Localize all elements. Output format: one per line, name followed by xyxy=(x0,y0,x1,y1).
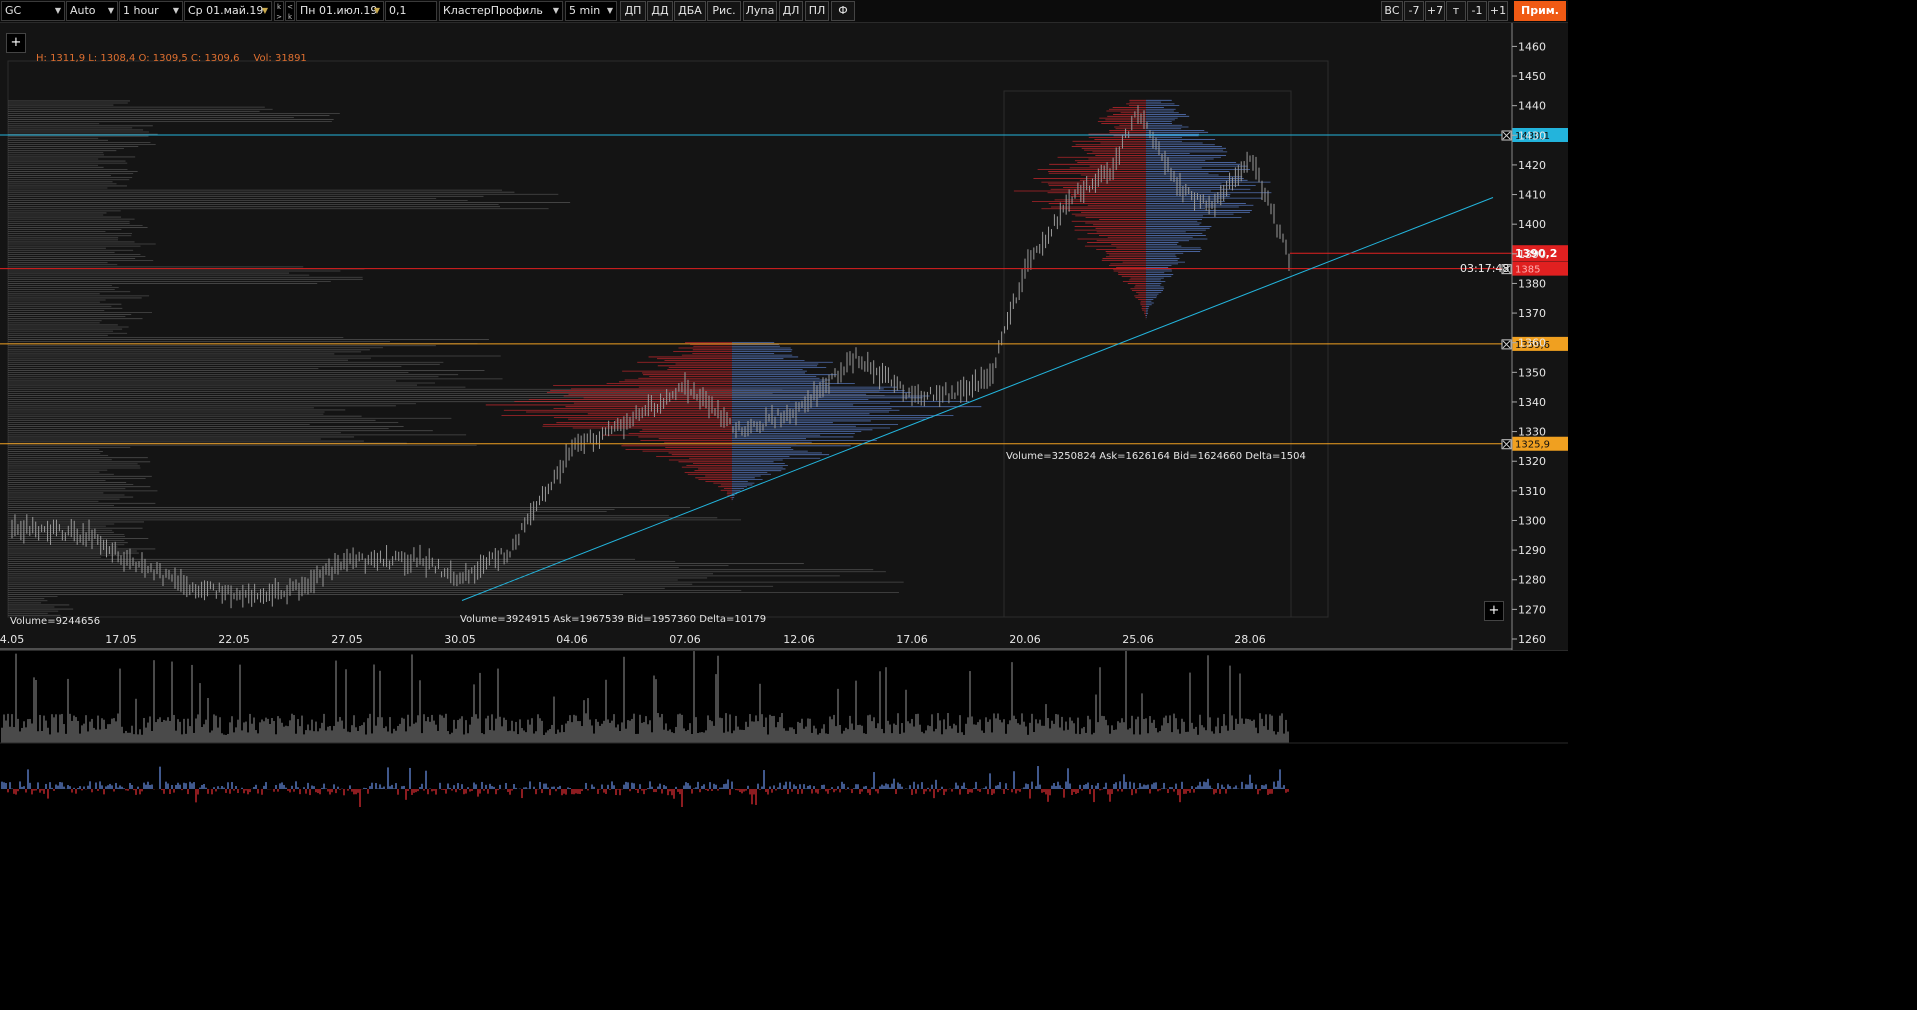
bar-countdown-timer: 03:17:48 xyxy=(1460,262,1510,275)
y-tick-label: 1430 xyxy=(1518,129,1546,142)
symbol-value: GC xyxy=(5,4,22,17)
y-tick-label: 1410 xyxy=(1518,189,1546,202)
toolbar-button-minus7[interactable]: -7 xyxy=(1404,1,1424,21)
timeframe-value: 1 hour xyxy=(123,4,159,17)
toolbar-button-dba[interactable]: ДБА xyxy=(674,1,706,21)
indicator-panel[interactable] xyxy=(0,650,1568,827)
chevron-down-icon: ▼ xyxy=(373,6,380,15)
profile-label-right: Volume=3250824 Ask=1626164 Bid=1624660 D… xyxy=(1006,451,1306,462)
x-tick-label: 17.05 xyxy=(105,633,137,646)
chart-type-value: КластерПрофиль xyxy=(443,4,543,17)
toolbar-button-t[interactable]: т xyxy=(1446,1,1466,21)
zoom-plus-button[interactable]: + xyxy=(1484,601,1504,621)
cluster-profile-june xyxy=(485,342,982,502)
x-tick-label: 12.06 xyxy=(783,633,815,646)
x-tick-label: 28.06 xyxy=(1234,633,1266,646)
chevron-down-icon: ▼ xyxy=(552,6,559,15)
toolbar-button-vs[interactable]: ВС xyxy=(1381,1,1403,21)
date-to-value: Пн 01.июл.19 xyxy=(300,4,378,17)
x-tick-label: 04.06 xyxy=(556,633,588,646)
y-tick-label: 1380 xyxy=(1518,277,1546,290)
x-tick-label: 17.06 xyxy=(896,633,928,646)
toolbar: GC ▼ Auto ▼ 1 hour ▼ Ср 01.май.19 ▼ k > < k … xyxy=(0,0,1568,23)
main-chart-svg[interactable]: 1430,113851359,61325,91390,2126012701280… xyxy=(0,23,1568,650)
toolbar-button-draw[interactable]: Рис. xyxy=(707,1,741,21)
chevron-down-icon: ▼ xyxy=(261,6,268,15)
x-tick-label: 22.05 xyxy=(218,633,250,646)
ohlc-values: H: 1311,9 L: 1308,4 O: 1309,5 C: 1309,6 xyxy=(36,53,240,64)
y-tick-label: 1350 xyxy=(1518,366,1546,379)
date-from-picker[interactable]: Ср 01.май.19 ▼ xyxy=(184,1,272,21)
bar-volume: Vol: 31891 xyxy=(253,53,307,64)
toolbar-button-minus1[interactable]: -1 xyxy=(1467,1,1487,21)
timeframe-select[interactable]: 1 hour ▼ xyxy=(119,1,183,21)
stepper-down[interactable]: < k xyxy=(286,2,294,22)
chevron-down-icon: ▼ xyxy=(606,6,613,15)
y-tick-label: 1300 xyxy=(1518,514,1546,527)
toolbar-button-f[interactable]: Ф xyxy=(831,1,855,21)
y-tick-label: 1330 xyxy=(1518,426,1546,439)
trendline xyxy=(461,197,1494,601)
level-price-label: 1325,9 xyxy=(1515,440,1550,451)
x-tick-label: 25.06 xyxy=(1122,633,1154,646)
chevron-down-icon: ▼ xyxy=(107,6,114,15)
toolbar-button-dl[interactable]: ДЛ xyxy=(779,1,803,21)
x-tick-label: 07.06 xyxy=(669,633,701,646)
toolbar-button-magnifier[interactable]: Лупа xyxy=(743,1,777,21)
sub-timeframe-select[interactable]: 5 min ▼ xyxy=(565,1,617,21)
chart-type-select[interactable]: КластерПрофиль ▼ xyxy=(439,1,563,21)
y-tick-label: 1460 xyxy=(1518,40,1546,53)
date-from-value: Ср 01.май.19 xyxy=(188,4,264,17)
tick-size-value: 0,1 xyxy=(389,4,407,17)
cluster-profile-late-june xyxy=(1013,99,1272,320)
date-stepper-2[interactable]: < k xyxy=(285,1,295,21)
y-tick-label: 1370 xyxy=(1518,307,1546,320)
y-tick-label: 1260 xyxy=(1518,633,1546,646)
x-tick-label: 27.05 xyxy=(331,633,363,646)
profile-label-mid: Volume=3924915 Ask=1967539 Bid=1957360 D… xyxy=(460,614,767,625)
toolbar-button-dp[interactable]: ДП xyxy=(620,1,646,21)
y-tick-label: 1290 xyxy=(1518,544,1546,557)
y-tick-label: 1270 xyxy=(1518,603,1546,616)
chevron-down-icon: ▼ xyxy=(54,6,61,15)
ohlc-readout: H: 1311,9 L: 1308,4 O: 1309,5 C: 1309,6 V… xyxy=(36,53,307,64)
add-indicator-button[interactable]: + xyxy=(6,33,26,53)
chevron-down-icon: ▼ xyxy=(172,6,179,15)
scale-mode-value: Auto xyxy=(70,4,96,17)
y-tick-label: 1320 xyxy=(1518,455,1546,468)
profile-left-bars xyxy=(8,100,904,616)
main-chart-area[interactable]: 1430,1 1385 1359,6 1325,9 1390,2 1260 1270 1280… xyxy=(0,23,1568,650)
x-tick-label: 30.05 xyxy=(444,633,476,646)
tick-size-input[interactable]: 0,1 xyxy=(385,1,437,21)
y-tick-label: 1420 xyxy=(1518,159,1546,172)
y-tick-label: 1440 xyxy=(1518,100,1546,113)
y-tick-label: 1360 xyxy=(1518,337,1546,350)
apply-button[interactable]: Прим. xyxy=(1514,1,1566,21)
x-tick-label: 4.05 xyxy=(0,633,24,646)
symbol-select[interactable]: GC ▼ xyxy=(1,1,65,21)
stepper-up[interactable]: k > xyxy=(275,2,283,22)
date-to-picker[interactable]: Пн 01.июл.19 ▼ xyxy=(296,1,384,21)
x-tick-label: 20.06 xyxy=(1009,633,1041,646)
toolbar-button-plus7[interactable]: +7 xyxy=(1425,1,1445,21)
scale-mode-select[interactable]: Auto ▼ xyxy=(66,1,118,21)
profile-label-left: Volume=9244656 xyxy=(10,616,101,627)
level-price-label: 1385 xyxy=(1515,265,1540,276)
y-tick-label: 1310 xyxy=(1518,485,1546,498)
y-tick-label: 1450 xyxy=(1518,70,1546,83)
toolbar-button-dd[interactable]: ДД xyxy=(647,1,673,21)
y-tick-label: 1340 xyxy=(1518,396,1546,409)
toolbar-button-pl[interactable]: ПЛ xyxy=(805,1,829,21)
sub-timeframe-value: 5 min xyxy=(569,4,601,17)
indicator-svg xyxy=(0,650,1568,808)
toolbar-button-plus1[interactable]: +1 xyxy=(1488,1,1508,21)
y-tick-label: 1280 xyxy=(1518,574,1546,587)
y-tick-label: 1400 xyxy=(1518,218,1546,231)
y-tick-label: 1390 xyxy=(1518,248,1546,261)
date-stepper[interactable]: k > xyxy=(274,1,284,21)
